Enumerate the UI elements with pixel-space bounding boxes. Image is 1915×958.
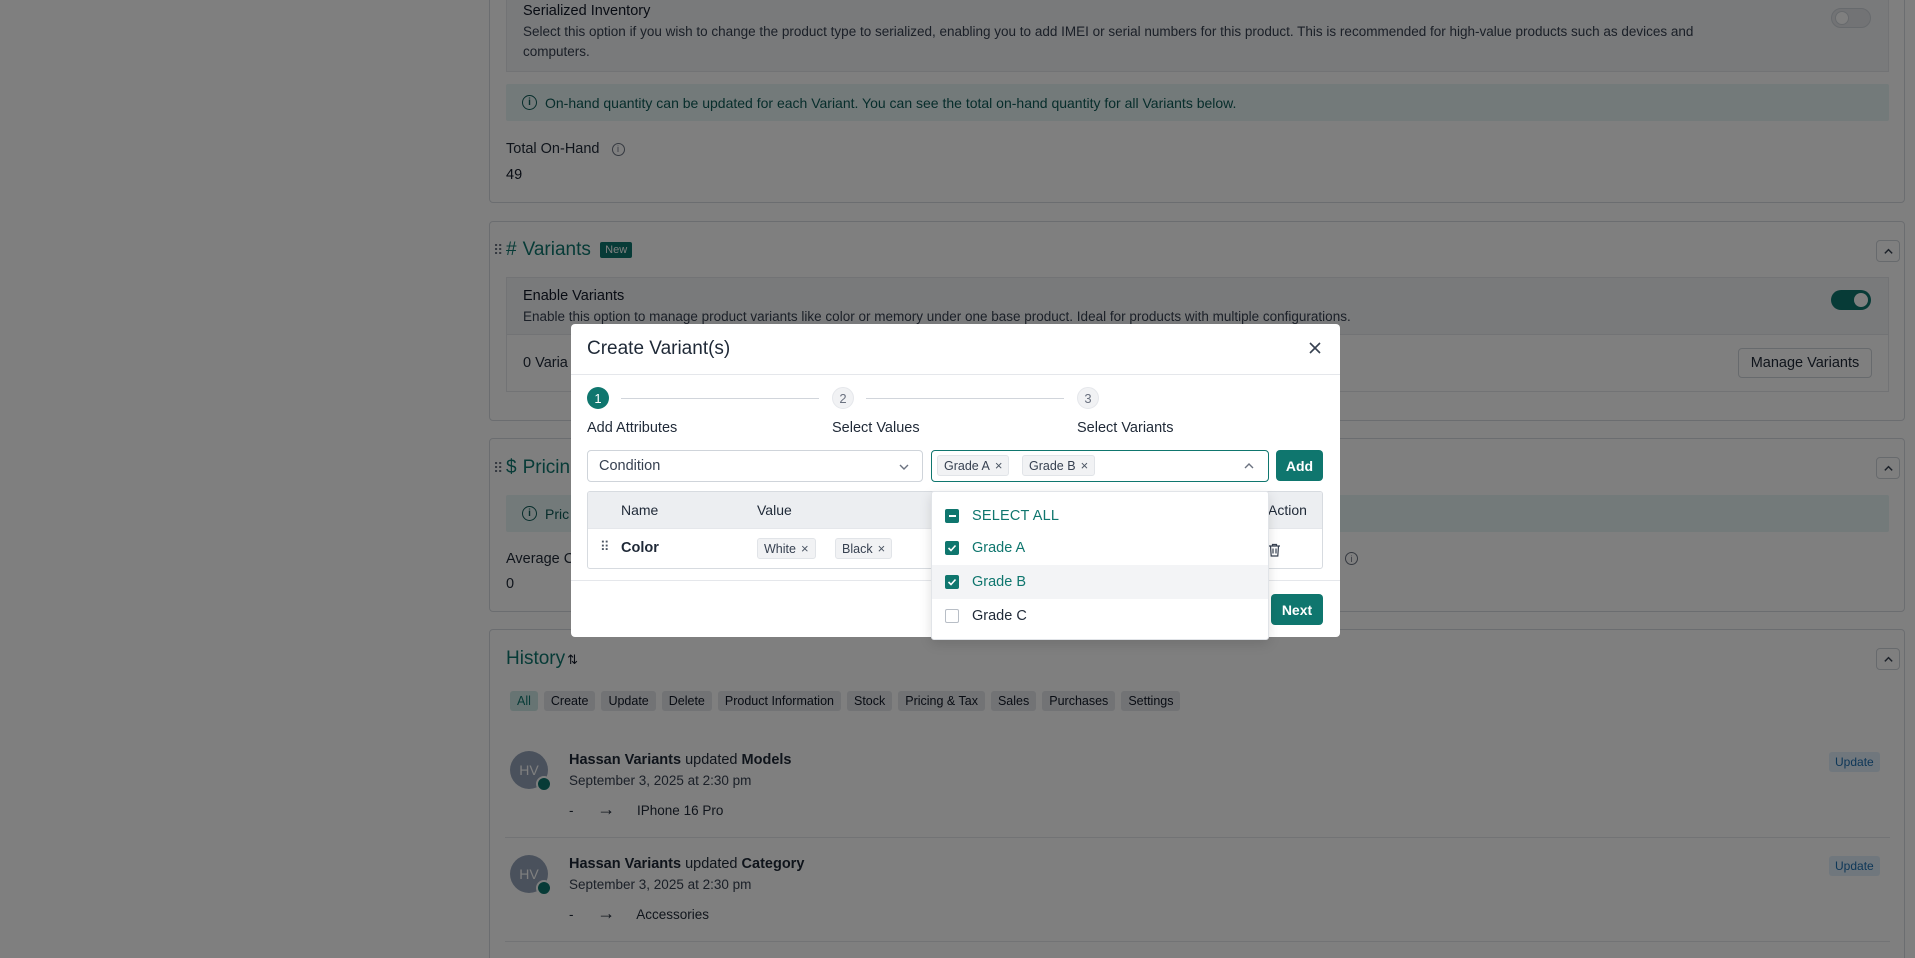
close-button[interactable] <box>1304 337 1326 359</box>
step-2-indicator: 2 <box>832 387 854 409</box>
modal-title: Create Variant(s) <box>587 338 731 359</box>
value-chip: Grade B × <box>1022 455 1096 476</box>
remove-chip-icon[interactable]: × <box>878 541 886 556</box>
value-chip: Black × <box>835 538 893 559</box>
checked-checkbox-icon <box>945 575 959 589</box>
next-button[interactable]: Next <box>1271 594 1323 625</box>
step-2-label: Select Values <box>832 420 920 436</box>
step-connector <box>621 398 819 399</box>
remove-chip-icon[interactable]: × <box>1081 458 1089 473</box>
step-1-indicator: 1 <box>587 387 609 409</box>
step-3-indicator: 3 <box>1077 387 1099 409</box>
step-connector <box>866 398 1064 399</box>
step-3-label: Select Variants <box>1077 420 1174 436</box>
select-all-option[interactable]: SELECT ALL <box>932 499 1268 533</box>
header-name: Name <box>621 502 659 518</box>
remove-chip-icon[interactable]: × <box>995 458 1003 473</box>
option-grade-c[interactable]: Grade C <box>932 599 1268 633</box>
divider <box>571 374 1340 375</box>
trash-icon[interactable] <box>1268 543 1281 557</box>
close-icon <box>1309 342 1321 354</box>
row-name: Color <box>621 540 659 556</box>
checked-checkbox-icon <box>945 541 959 555</box>
header-value: Value <box>757 502 792 518</box>
option-grade-b[interactable]: Grade B <box>932 565 1268 599</box>
chevron-down-icon <box>899 464 909 470</box>
indeterminate-checkbox-icon <box>945 509 959 523</box>
attribute-select[interactable]: Condition <box>587 450 923 482</box>
step-1-label: Add Attributes <box>587 420 678 436</box>
value-chip: White × <box>757 538 816 559</box>
unchecked-checkbox-icon <box>945 609 959 623</box>
value-chip: Grade A × <box>937 455 1010 476</box>
chevron-up-icon[interactable] <box>1243 460 1255 472</box>
remove-chip-icon[interactable]: × <box>801 541 809 556</box>
drag-handle-icon[interactable]: ⠿ <box>600 539 610 555</box>
option-grade-a[interactable]: Grade A <box>932 531 1268 565</box>
add-button[interactable]: Add <box>1276 450 1323 481</box>
header-action: Action <box>1268 502 1307 518</box>
values-dropdown: SELECT ALL Grade A Grade B Grade C <box>931 491 1269 640</box>
